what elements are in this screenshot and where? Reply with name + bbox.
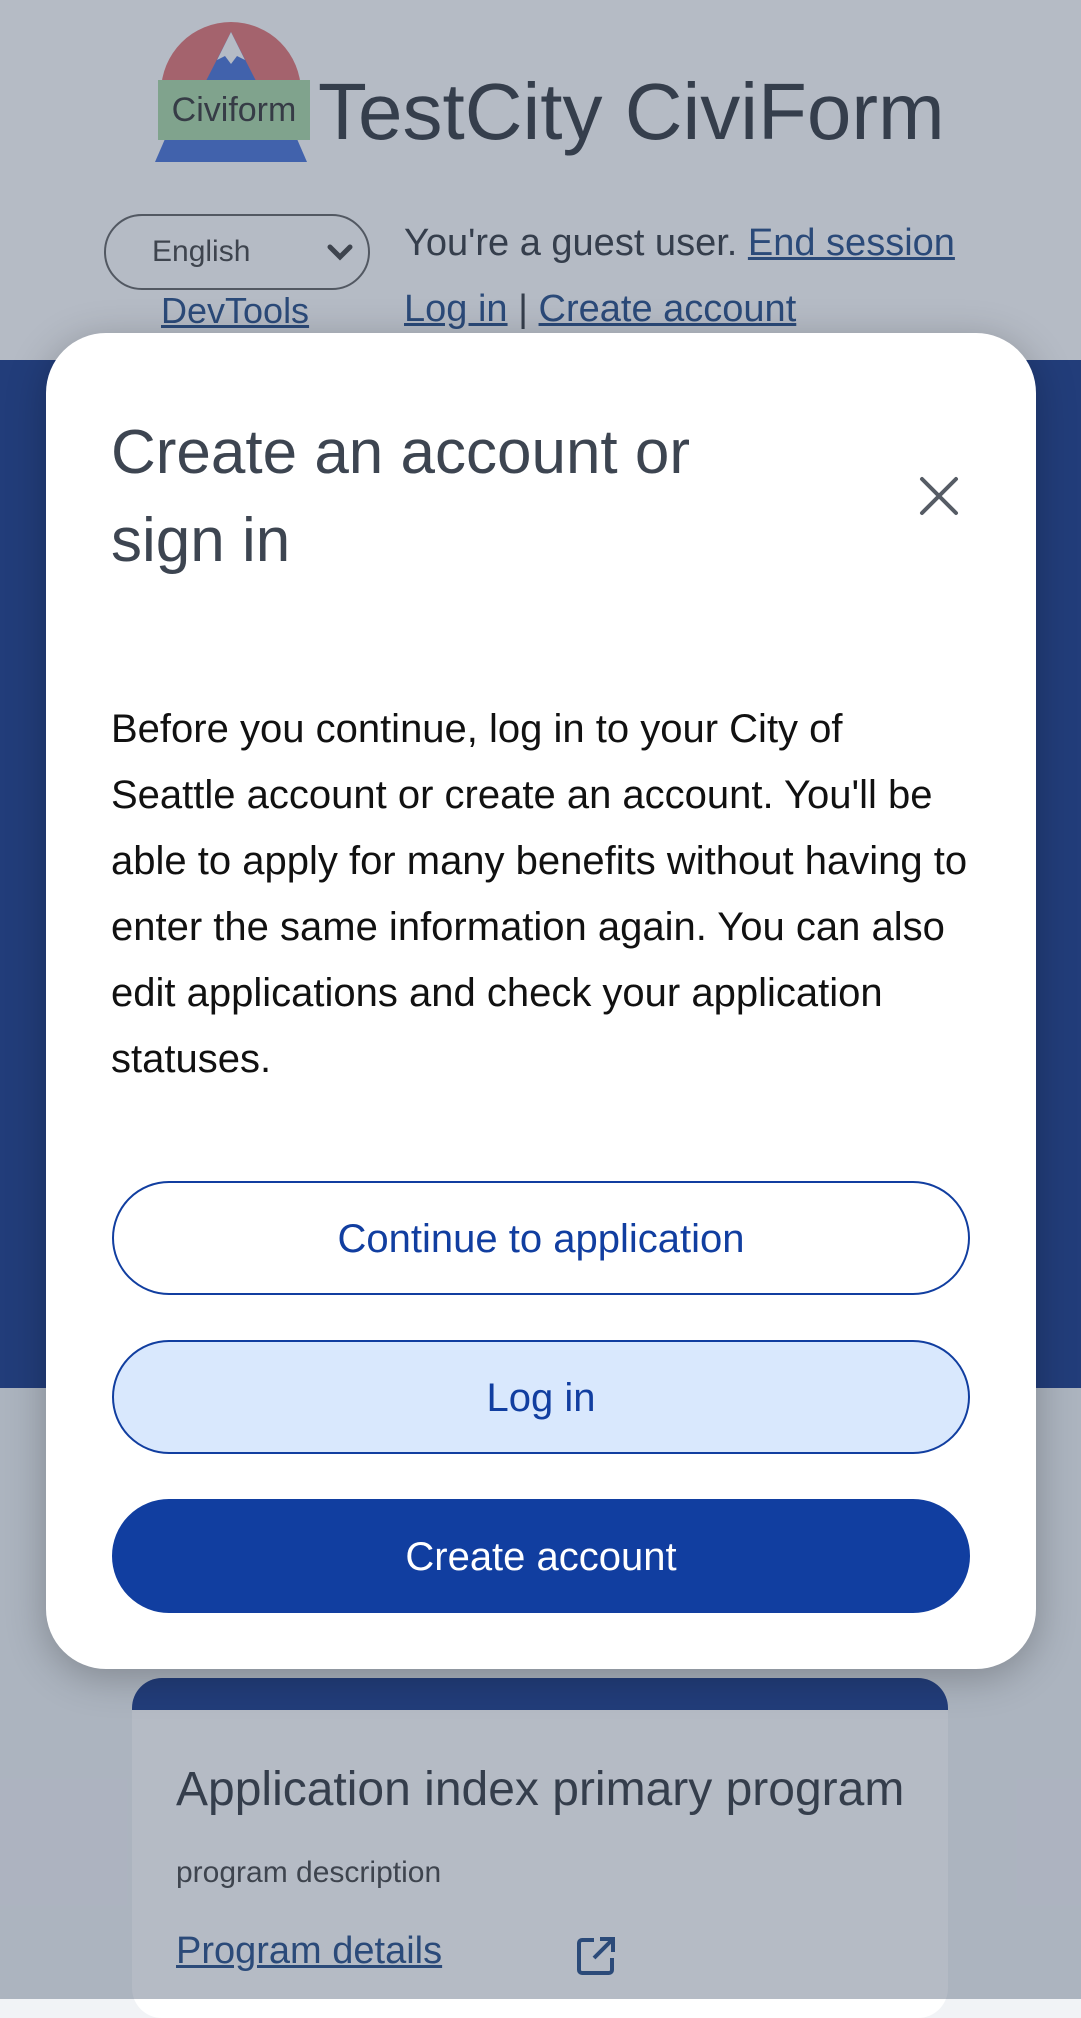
modal-body-text: Before you continue, log in to your City… (111, 707, 968, 1081)
login-button[interactable]: Log in (112, 1340, 970, 1454)
continue-to-application-button[interactable]: Continue to application (112, 1181, 970, 1295)
create-account-button[interactable]: Create account (112, 1499, 970, 1613)
login-prompt-modal: Create an account or sign in Before you … (46, 333, 1036, 1669)
modal-title: Create an account or sign in (111, 418, 691, 575)
close-icon[interactable] (916, 473, 962, 519)
